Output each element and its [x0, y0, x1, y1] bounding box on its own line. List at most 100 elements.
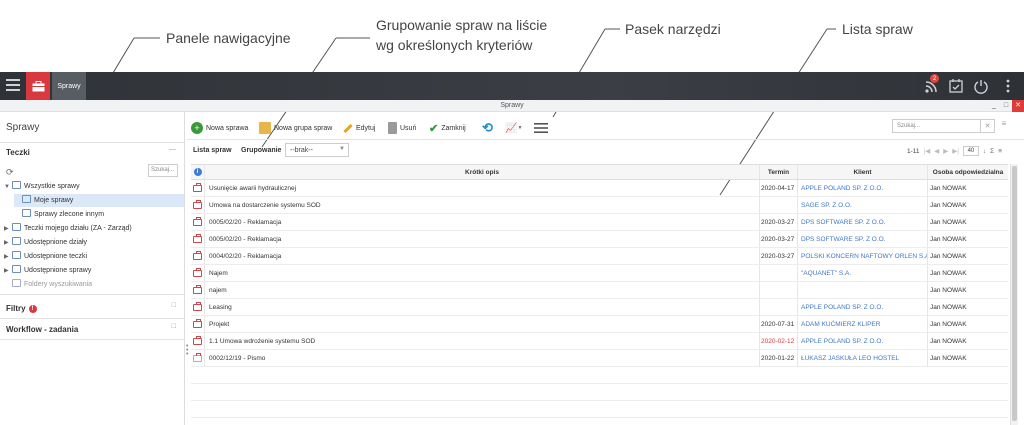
briefcase-icon: [193, 335, 202, 345]
table-row[interactable]: Najem "AQUANET" S.A. Jan NOWAK: [191, 265, 1008, 282]
pager-range: 1-11: [907, 147, 920, 155]
columns-menu-icon[interactable]: ≡: [998, 148, 1002, 155]
tree-item-delegated-cases[interactable]: Sprawy zlecone innym: [14, 208, 104, 221]
trash-icon: [388, 122, 397, 134]
briefcase-app-icon[interactable]: [26, 72, 50, 100]
tree-item-shared-cases[interactable]: ▶ Udostępnione sprawy: [4, 264, 91, 277]
minimize-button[interactable]: _: [988, 100, 1000, 112]
sync-icon: ⟲: [482, 120, 493, 135]
table-row[interactable]: 0005/02/20 - Reklamacja 2020-03-27 DPS S…: [191, 214, 1008, 231]
delete-button[interactable]: Usuń: [388, 121, 416, 135]
power-icon[interactable]: [973, 78, 989, 94]
table-row[interactable]: Umowa na dostarczenie systemu SOD SAGE S…: [191, 197, 1008, 214]
briefcase-icon: [193, 250, 202, 260]
briefcase-icon: [193, 284, 202, 294]
workflow-expand-button[interactable]: □: [172, 323, 176, 330]
grouping-label: Grupowanie: [241, 147, 282, 154]
filters-alert-icon: !: [28, 305, 37, 313]
column-header-person[interactable]: Osoba odpowiedzialna: [928, 165, 1008, 179]
navigation-panel: Sprawy Teczki — ⟳ Szukaj... ▼ Wszystkie s…: [0, 112, 185, 425]
folders-section-header[interactable]: Teczki: [6, 148, 30, 157]
filters-section-header[interactable]: Filtry!: [6, 304, 37, 313]
checkmark-icon: ✔: [429, 122, 439, 135]
chart-dropdown-button[interactable]: 📈 ▼: [505, 121, 522, 135]
workflow-section-header[interactable]: Workflow - zadania: [6, 325, 78, 334]
maximize-button[interactable]: □: [1000, 100, 1012, 112]
close-case-button[interactable]: ✔ Zamknij: [429, 121, 466, 135]
menu-lines-icon: [534, 123, 548, 133]
annotation-grouping-line2: wg określonych kryteriów: [376, 37, 533, 53]
info-icon[interactable]: i: [193, 168, 202, 176]
table-row[interactable]: 1.1 Umowa wdrożenie systemu SOD 2020-02-…: [191, 333, 1008, 350]
list-icon: [12, 181, 21, 189]
folder-icon: [12, 265, 21, 273]
table-row[interactable]: najem Jan NOWAK: [191, 282, 1008, 299]
last-page-icon[interactable]: ▶|: [952, 147, 959, 155]
table-row[interactable]: 0005/02/20 - Reklamacja 2020-03-27 DPS S…: [191, 231, 1008, 248]
table-row[interactable]: 0004/02/20 - Reklamacja 2020-03-27 POLSK…: [191, 248, 1008, 265]
new-case-group-button[interactable]: Nowa grupa spraw: [259, 121, 332, 135]
briefcase-icon: [193, 199, 202, 209]
table-row[interactable]: Usunięcie awarii hydraulicznej 2020-04-1…: [191, 180, 1008, 197]
filters-expand-button[interactable]: □: [172, 302, 176, 309]
tree-item-department-folders[interactable]: ▶ Teczki mojego działu (ZA - Zarząd): [4, 222, 132, 235]
edit-button[interactable]: Edytuj: [343, 121, 375, 135]
app-topbar: [0, 72, 1024, 100]
refresh-icon[interactable]: ⟳: [6, 167, 14, 178]
table-row-empty: [191, 384, 1008, 401]
sum-icon[interactable]: Σ: [990, 148, 994, 155]
table-header-row: i Krótki opis Termin Klient Osoba odpowi…: [191, 165, 1008, 180]
tree-item-search-folders[interactable]: Foldery wyszukiwania: [4, 278, 92, 291]
pencil-icon: [343, 123, 353, 133]
tree-item-my-cases[interactable]: Moje sprawy: [14, 194, 184, 207]
briefcase-icon: [193, 267, 202, 277]
window-title: Sprawy: [0, 100, 1024, 112]
clear-search-icon[interactable]: ✕: [981, 119, 995, 133]
table-row[interactable]: 0002/12/19 - Pismo 2020-01-22 ŁUKASZ JAS…: [191, 350, 1008, 367]
sort-down-icon[interactable]: ↓: [983, 148, 986, 155]
tree-item-shared-departments[interactable]: ▶ Udostępnione działy: [4, 236, 87, 249]
briefcase-icon: [193, 318, 202, 328]
hamburger-menu-icon[interactable]: [6, 79, 20, 91]
more-vertical-icon[interactable]: [1000, 78, 1016, 94]
menu-button[interactable]: [534, 121, 548, 135]
search-options-icon[interactable]: ≡: [997, 119, 1011, 133]
vertical-scrollbar[interactable]: [1010, 164, 1018, 425]
folder-icon: [12, 251, 21, 259]
scrollbar-thumb[interactable]: [1012, 166, 1017, 421]
app-tab-sprawy[interactable]: Sprawy: [52, 72, 86, 100]
new-case-button[interactable]: + Nowa sprawa: [191, 121, 248, 135]
folder-icon: [22, 209, 31, 217]
page-size-input[interactable]: 40: [962, 146, 979, 156]
list-header-bar: Lista spraw Grupowanie --brak-- ▼ 1-11 |◀…: [187, 140, 1024, 162]
next-page-icon[interactable]: ▶: [943, 147, 948, 155]
tree-item-all-cases[interactable]: ▼ Wszystkie sprawy: [4, 180, 184, 193]
panel-splitter-handle[interactable]: • • •: [186, 343, 189, 358]
annotation-toolbar: Pasek narzędzi: [625, 21, 721, 37]
table-row[interactable]: Leasing APPLE POLAND SP. Z O.O. Jan NOWA…: [191, 299, 1008, 316]
case-list-table: i Krótki opis Termin Klient Osoba odpowi…: [191, 164, 1008, 418]
grouping-select[interactable]: --brak-- ▼: [285, 143, 349, 157]
folders-search-input[interactable]: Szukaj...: [148, 164, 178, 177]
notification-badge: 2: [930, 74, 939, 83]
first-page-icon[interactable]: |◀: [924, 147, 931, 155]
column-header-desc[interactable]: Krótki opis: [205, 165, 760, 179]
tree-item-shared-folders[interactable]: ▶ Udostępnione teczki: [4, 250, 87, 263]
column-header-term[interactable]: Termin: [760, 165, 798, 179]
pager: 1-11 |◀ ◀ ▶ ▶| 40 ↓ Σ ≡: [907, 146, 1002, 156]
case-search-input[interactable]: Szukaj...: [892, 119, 981, 133]
calendar-check-icon[interactable]: [948, 78, 964, 94]
refresh-list-button[interactable]: ⟲: [482, 120, 493, 135]
department-icon: [12, 223, 21, 231]
briefcase-icon: [193, 182, 202, 192]
plus-icon: +: [191, 122, 203, 134]
prev-page-icon[interactable]: ◀: [934, 147, 939, 155]
search-folder-icon: [12, 279, 21, 287]
close-window-button[interactable]: ✕: [1012, 100, 1024, 112]
folders-collapse-button[interactable]: —: [169, 146, 176, 153]
list-title: Lista spraw: [193, 147, 232, 154]
briefcase-icon: [193, 216, 202, 226]
column-header-client[interactable]: Klient: [798, 165, 928, 179]
table-row[interactable]: Projekt 2020-07-31 ADAM KUĆMIERZ KLIPER …: [191, 316, 1008, 333]
annotation-grouping-line1: Grupowanie spraw na liście: [376, 17, 548, 33]
